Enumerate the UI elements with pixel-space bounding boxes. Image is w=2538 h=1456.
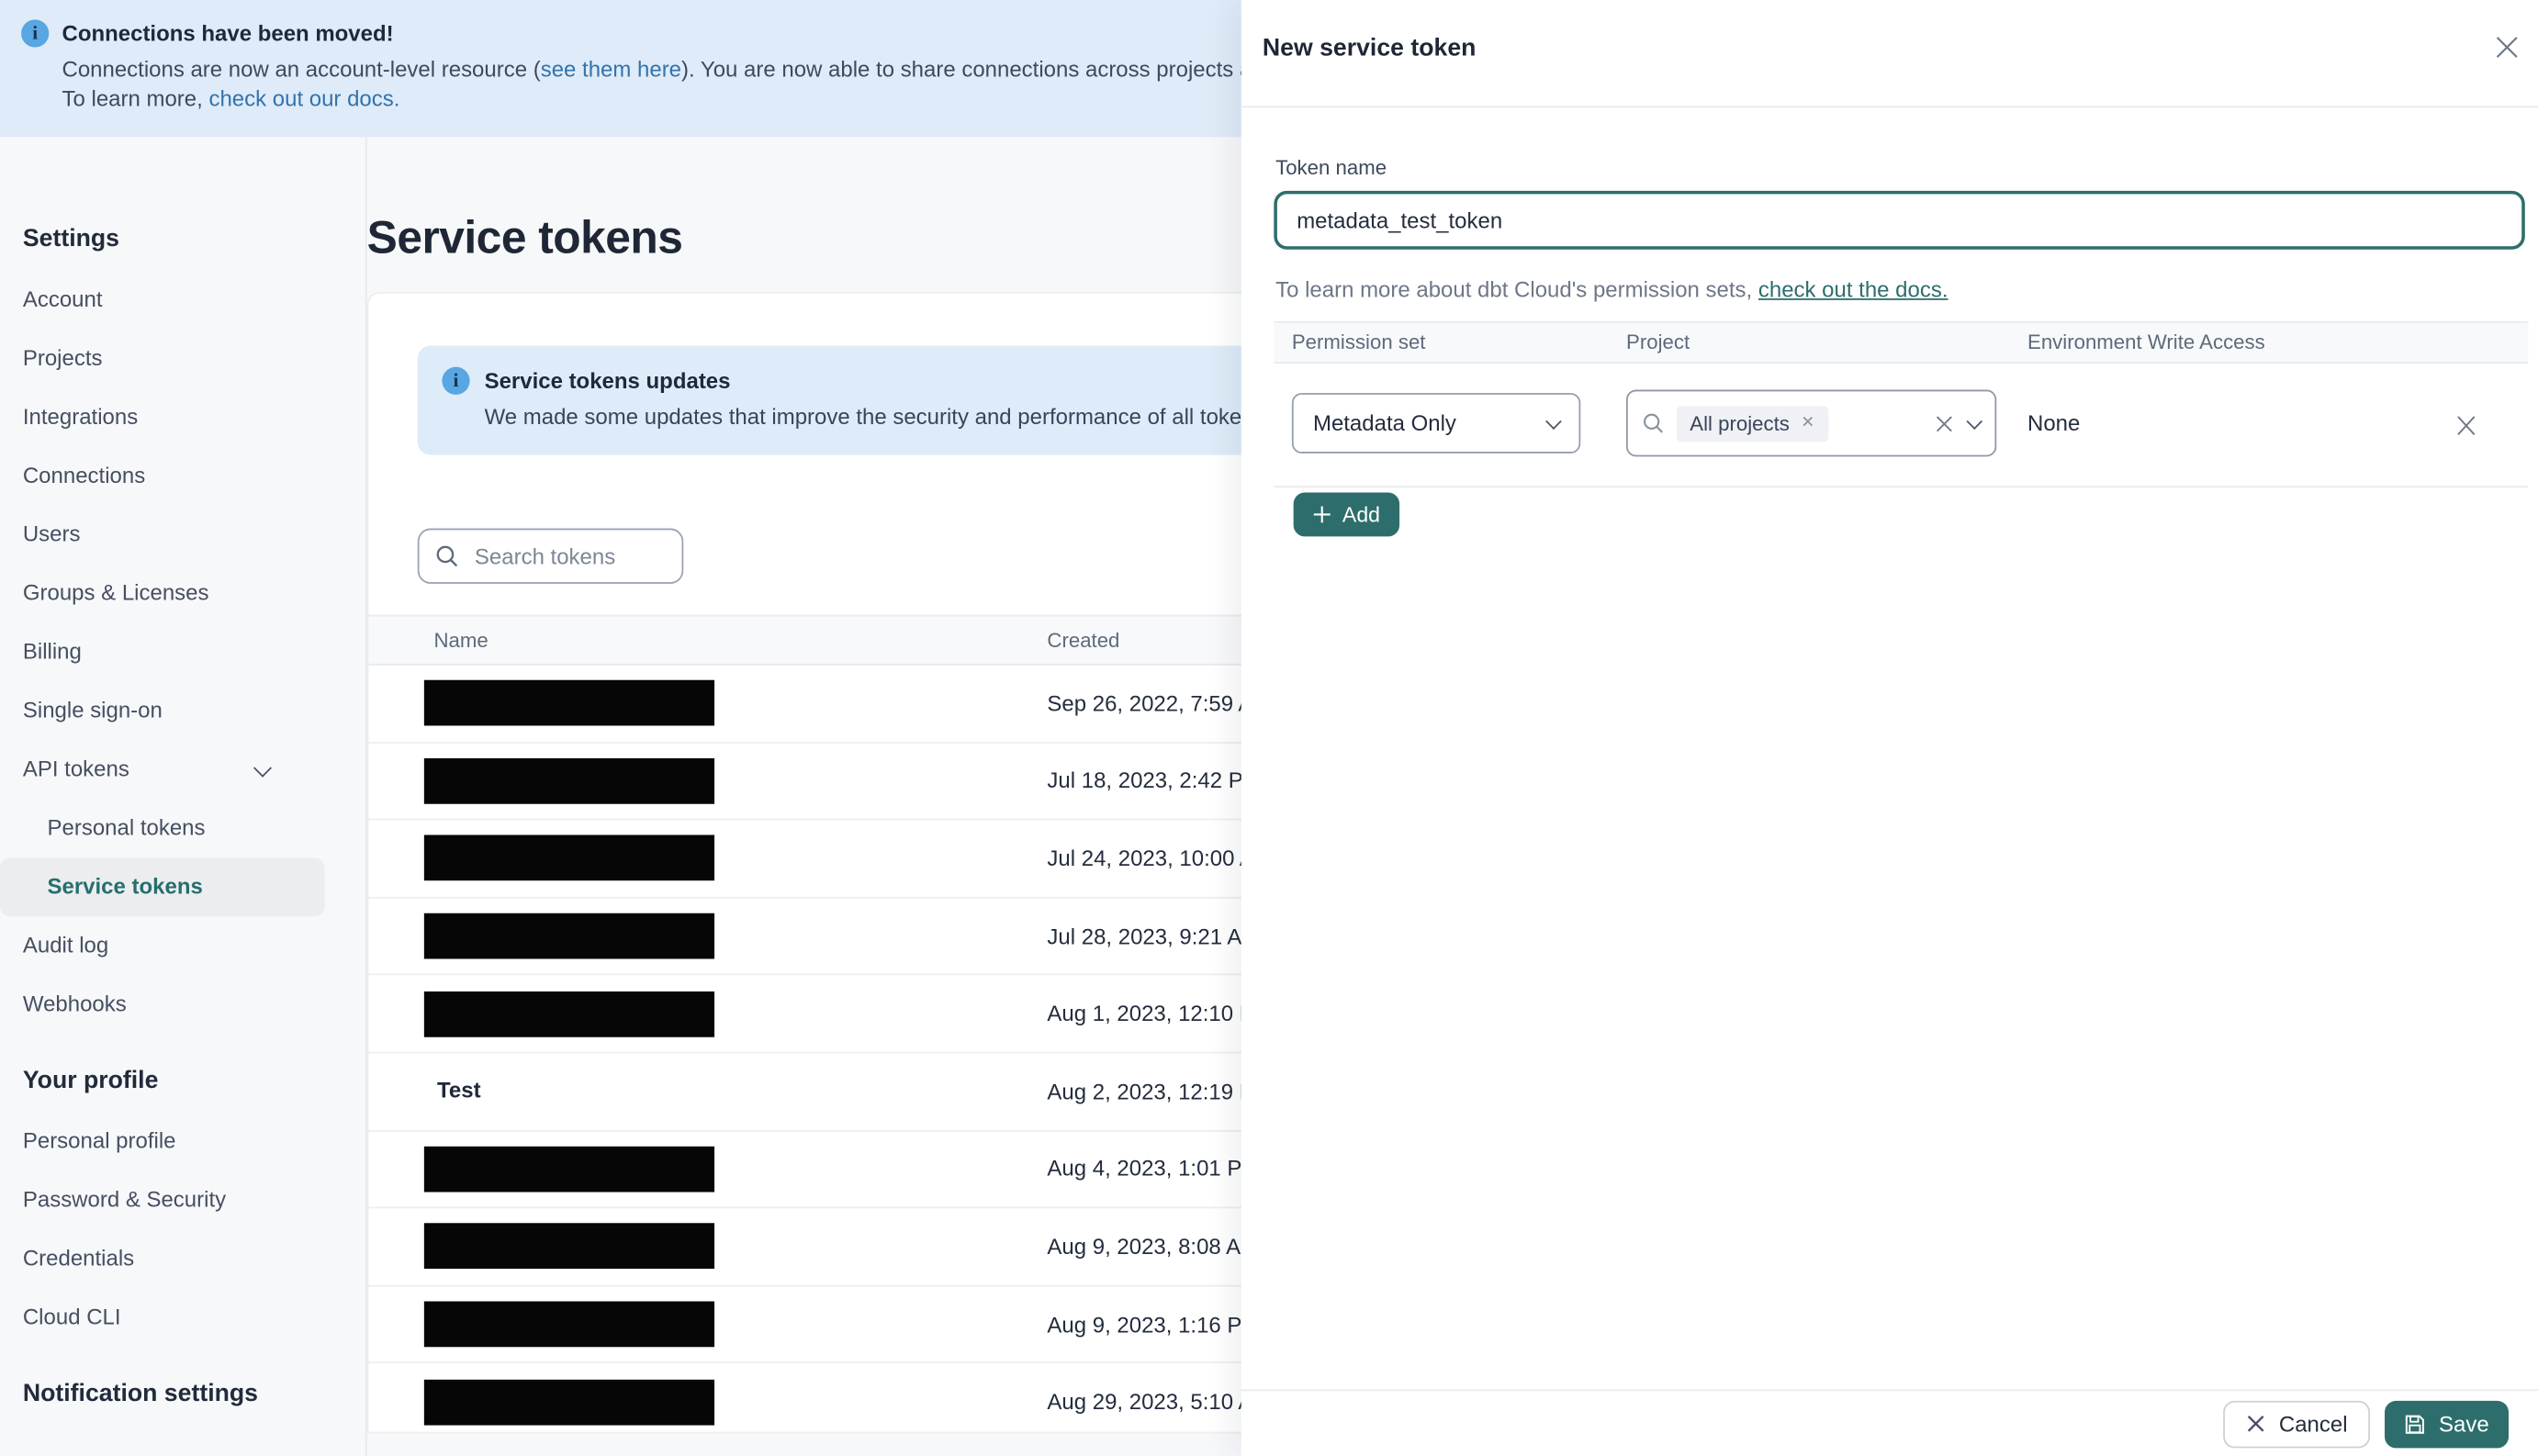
new-service-token-drawer: New service token Token name To learn mo… bbox=[1241, 0, 2538, 1456]
redacted-name-bar bbox=[423, 757, 715, 804]
column-header-project: Project bbox=[1626, 330, 1690, 354]
info-icon: i bbox=[21, 19, 50, 48]
drawer-footer: Cancel Save bbox=[1241, 1389, 2538, 1456]
sidebar-item-audit-log[interactable]: Audit log bbox=[0, 916, 324, 975]
close-icon bbox=[2248, 1415, 2264, 1432]
remove-row-icon[interactable] bbox=[2454, 412, 2479, 438]
token-name-cell bbox=[368, 835, 1047, 882]
drawer-header: New service token bbox=[1241, 0, 2538, 108]
sidebar-settings-header: Settings bbox=[22, 225, 120, 253]
clear-selection-icon[interactable] bbox=[1933, 412, 1956, 435]
settings-sidebar: Settings Account Projects Integrations C… bbox=[0, 137, 367, 1456]
permission-docs-line: To learn more about dbt Cloud's permissi… bbox=[1275, 276, 1948, 302]
sidebar-notification-settings-header: Notification settings bbox=[22, 1379, 258, 1407]
chevron-down-icon bbox=[253, 758, 273, 778]
redacted-name-bar bbox=[423, 913, 715, 959]
column-header-name: Name bbox=[433, 628, 489, 652]
sidebar-item-connections[interactable]: Connections bbox=[0, 447, 324, 506]
token-name-label: Token name bbox=[1275, 156, 1387, 180]
see-them-here-link[interactable]: see them here bbox=[541, 57, 681, 82]
plus-icon bbox=[1313, 506, 1331, 523]
token-name-cell bbox=[368, 1379, 1047, 1425]
sidebar-item-projects[interactable]: Projects bbox=[0, 330, 324, 388]
sidebar-item-personal-tokens[interactable]: Personal tokens bbox=[0, 799, 324, 857]
save-button[interactable]: Save bbox=[2385, 1399, 2510, 1448]
add-permission-button[interactable]: Add bbox=[1293, 492, 1400, 537]
search-input[interactable] bbox=[471, 542, 666, 570]
sidebar-item-credentials[interactable]: Credentials bbox=[0, 1229, 324, 1288]
sidebar-item-cloud-cli[interactable]: Cloud CLI bbox=[0, 1288, 324, 1347]
sidebar-item-billing[interactable]: Billing bbox=[0, 623, 324, 682]
chevron-down-icon[interactable] bbox=[1966, 412, 1983, 430]
redacted-name-bar bbox=[423, 1224, 715, 1270]
save-icon bbox=[2406, 1414, 2425, 1433]
remove-chip-icon[interactable]: ✕ bbox=[1801, 414, 1814, 431]
sidebar-item-password-security[interactable]: Password & Security bbox=[0, 1170, 324, 1229]
permission-set-select[interactable]: Metadata Only bbox=[1291, 393, 1581, 454]
search-tokens-box[interactable] bbox=[417, 528, 684, 584]
column-header-permission-set: Permission set bbox=[1291, 330, 1426, 354]
search-icon bbox=[436, 545, 458, 567]
search-icon bbox=[1644, 413, 1663, 433]
redacted-name-bar bbox=[423, 1301, 715, 1348]
permission-table-header: Permission set Project Environment Write… bbox=[1274, 320, 2529, 364]
sidebar-item-single-sign-on[interactable]: Single sign-on bbox=[0, 682, 324, 741]
token-name-cell: Test bbox=[368, 1077, 1047, 1106]
project-multiselect[interactable]: All projects ✕ bbox=[1626, 389, 1997, 457]
sidebar-item-api-tokens[interactable]: API tokens bbox=[0, 740, 324, 799]
token-name-cell bbox=[368, 913, 1047, 959]
dbt-cloud-settings-page: i Connections have been moved! Connectio… bbox=[0, 0, 2538, 1456]
chevron-down-icon bbox=[1545, 412, 1562, 430]
check-out-the-docs-link[interactable]: check out the docs. bbox=[1758, 277, 1948, 302]
token-name-cell bbox=[368, 757, 1047, 804]
redacted-name-bar bbox=[423, 1379, 715, 1425]
check-out-our-docs-link[interactable]: check out our docs. bbox=[208, 86, 399, 111]
sidebar-item-groups-licenses[interactable]: Groups & Licenses bbox=[0, 565, 324, 623]
redacted-name-bar bbox=[423, 1146, 715, 1193]
token-name-cell bbox=[368, 1224, 1047, 1270]
redacted-name-bar bbox=[423, 991, 715, 1037]
sidebar-item-users[interactable]: Users bbox=[0, 506, 324, 565]
token-name-input[interactable] bbox=[1274, 190, 2525, 250]
token-name-cell bbox=[368, 991, 1047, 1037]
close-icon[interactable] bbox=[2492, 33, 2521, 62]
redacted-name-bar bbox=[423, 680, 715, 727]
redacted-name-bar bbox=[423, 835, 715, 882]
sidebar-item-service-tokens[interactable]: Service tokens bbox=[0, 857, 325, 917]
token-name-text: Test bbox=[437, 1078, 481, 1103]
token-name-cell bbox=[368, 1301, 1047, 1348]
cancel-button[interactable]: Cancel bbox=[2223, 1399, 2371, 1448]
sidebar-item-account[interactable]: Account bbox=[0, 271, 324, 330]
sidebar-item-integrations[interactable]: Integrations bbox=[0, 388, 324, 447]
token-name-cell bbox=[368, 1146, 1047, 1193]
environment-write-access-value: None bbox=[2027, 410, 2081, 436]
banner-title: Connections have been moved! bbox=[62, 21, 394, 46]
token-name-cell bbox=[368, 680, 1047, 727]
sidebar-item-webhooks[interactable]: Webhooks bbox=[0, 975, 324, 1034]
infobox-title: Service tokens updates bbox=[484, 368, 731, 394]
all-projects-chip[interactable]: All projects ✕ bbox=[1677, 405, 1828, 442]
drawer-title: New service token bbox=[1262, 34, 1477, 62]
column-header-environment-write-access: Environment Write Access bbox=[2027, 330, 2265, 354]
permission-row: Metadata Only All projects ✕ None bbox=[1274, 364, 2529, 488]
sidebar-item-personal-profile[interactable]: Personal profile bbox=[0, 1112, 324, 1170]
info-icon: i bbox=[442, 366, 470, 395]
column-header-created: Created bbox=[1047, 628, 1120, 652]
sidebar-your-profile-header: Your profile bbox=[22, 1066, 159, 1094]
